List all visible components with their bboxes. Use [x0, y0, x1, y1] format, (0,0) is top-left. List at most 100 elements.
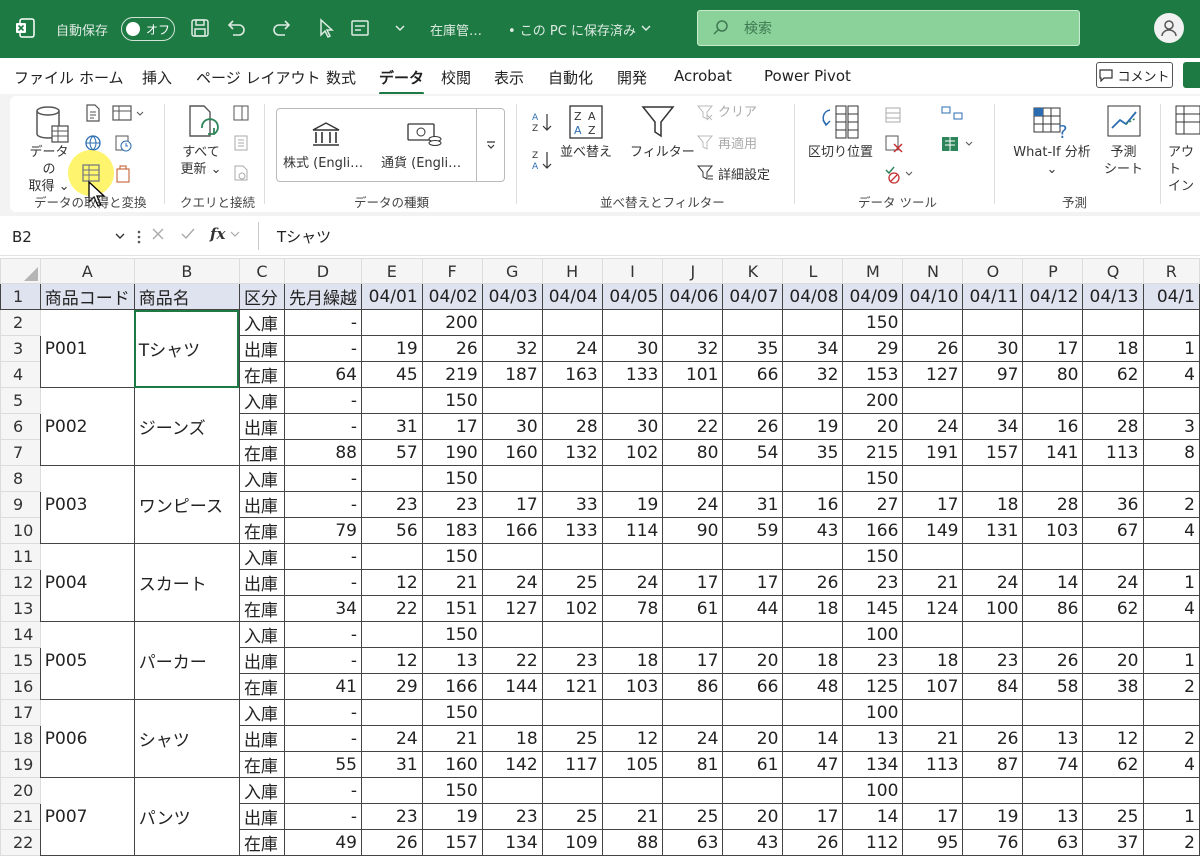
row-header[interactable]: 12: [0, 569, 41, 596]
category-cell[interactable]: 出庫: [238, 647, 285, 674]
value-cell[interactable]: 127: [902, 361, 964, 388]
value-cell[interactable]: 125: [842, 673, 904, 700]
value-cell[interactable]: 21: [902, 725, 964, 752]
value-cell[interactable]: 113: [1082, 439, 1144, 466]
from-text-icon[interactable]: [84, 104, 102, 122]
value-cell[interactable]: 18: [1082, 335, 1144, 362]
value-cell[interactable]: 61: [722, 751, 784, 778]
value-cell[interactable]: 24: [601, 569, 664, 596]
value-cell[interactable]: 23: [962, 647, 1024, 674]
tab-home[interactable]: ホーム: [79, 67, 124, 88]
header-cell[interactable]: 04/02: [421, 283, 483, 310]
value-cell[interactable]: 114: [601, 517, 664, 544]
value-cell[interactable]: 1: [1142, 569, 1200, 596]
category-cell[interactable]: 出庫: [238, 725, 285, 752]
value-cell[interactable]: [481, 387, 543, 414]
value-cell[interactable]: [1022, 777, 1084, 804]
column-header[interactable]: K: [722, 258, 784, 284]
row-header[interactable]: 2: [0, 309, 41, 336]
value-cell[interactable]: 41: [283, 673, 362, 700]
category-cell[interactable]: 入庫: [238, 621, 285, 648]
value-cell[interactable]: [1142, 309, 1200, 336]
value-cell[interactable]: 86: [662, 673, 724, 700]
properties-icon[interactable]: [232, 134, 250, 152]
value-cell[interactable]: 26: [962, 725, 1024, 752]
value-cell[interactable]: 54: [722, 439, 784, 466]
value-cell[interactable]: 87: [962, 751, 1024, 778]
outline-button[interactable]: アウト イン: [1168, 144, 1200, 195]
row-header[interactable]: 11: [0, 543, 41, 570]
value-cell[interactable]: 21: [421, 569, 483, 596]
form-icon[interactable]: [348, 16, 372, 40]
tab-review[interactable]: 校閲: [441, 67, 471, 88]
value-cell[interactable]: [601, 543, 664, 570]
value-cell[interactable]: 19: [962, 803, 1024, 830]
value-cell[interactable]: 57: [360, 439, 423, 466]
value-cell[interactable]: 63: [1022, 829, 1084, 856]
value-cell[interactable]: 141: [1022, 439, 1084, 466]
value-cell[interactable]: [1082, 465, 1144, 492]
value-cell[interactable]: 31: [360, 751, 423, 778]
value-cell[interactable]: [902, 699, 964, 726]
value-cell[interactable]: [541, 465, 603, 492]
category-cell[interactable]: 出庫: [238, 413, 285, 440]
value-cell[interactable]: [902, 543, 964, 570]
tab-insert[interactable]: 挿入: [142, 67, 172, 88]
autosave-toggle[interactable]: オフ: [121, 17, 175, 41]
stocks-data-type[interactable]: 株式 (Engli…: [283, 155, 363, 172]
value-cell[interactable]: 166: [421, 673, 483, 700]
value-cell[interactable]: [1142, 777, 1200, 804]
value-cell[interactable]: 183: [421, 517, 483, 544]
value-cell[interactable]: [722, 777, 784, 804]
column-header[interactable]: C: [238, 258, 285, 284]
value-cell[interactable]: 150: [842, 465, 904, 492]
value-cell[interactable]: 150: [421, 621, 483, 648]
value-cell[interactable]: -: [283, 465, 362, 492]
value-cell[interactable]: 166: [842, 517, 904, 544]
category-cell[interactable]: 在庫: [238, 829, 285, 856]
value-cell[interactable]: 37: [1082, 829, 1144, 856]
value-cell[interactable]: [962, 699, 1024, 726]
value-cell[interactable]: [360, 465, 423, 492]
select-cursor-icon[interactable]: [314, 16, 338, 40]
value-cell[interactable]: 17: [662, 647, 724, 674]
name-box[interactable]: B2: [8, 225, 131, 249]
value-cell[interactable]: [360, 543, 423, 570]
value-cell[interactable]: 215: [842, 439, 904, 466]
product-code-cell[interactable]: P002: [39, 387, 135, 466]
value-cell[interactable]: [1142, 543, 1200, 570]
existing-connections-icon[interactable]: [114, 164, 132, 184]
value-cell[interactable]: -: [283, 387, 362, 414]
value-cell[interactable]: 200: [842, 387, 904, 414]
value-cell[interactable]: 160: [421, 751, 483, 778]
value-cell[interactable]: [782, 543, 844, 570]
category-cell[interactable]: 入庫: [238, 777, 285, 804]
value-cell[interactable]: [601, 621, 664, 648]
value-cell[interactable]: 30: [962, 335, 1024, 362]
value-cell[interactable]: 4: [1142, 595, 1200, 622]
row-header[interactable]: 4: [0, 361, 41, 388]
value-cell[interactable]: 81: [662, 751, 724, 778]
value-cell[interactable]: 55: [283, 751, 362, 778]
value-cell[interactable]: [722, 543, 784, 570]
row-header[interactable]: 15: [0, 647, 41, 674]
category-cell[interactable]: 出庫: [238, 569, 285, 596]
category-cell[interactable]: 在庫: [238, 439, 285, 466]
value-cell[interactable]: 113: [902, 751, 964, 778]
value-cell[interactable]: [1022, 309, 1084, 336]
value-cell[interactable]: 17: [782, 803, 844, 830]
header-cell[interactable]: 04/07: [722, 283, 784, 310]
value-cell[interactable]: 62: [1082, 751, 1144, 778]
value-cell[interactable]: 24: [662, 725, 724, 752]
value-cell[interactable]: [1142, 621, 1200, 648]
value-cell[interactable]: [360, 777, 423, 804]
value-cell[interactable]: 134: [842, 751, 904, 778]
column-header[interactable]: O: [962, 258, 1024, 284]
value-cell[interactable]: 24: [902, 413, 964, 440]
value-cell[interactable]: 17: [902, 491, 964, 518]
value-cell[interactable]: 26: [1022, 647, 1084, 674]
row-header[interactable]: 16: [0, 673, 41, 700]
value-cell[interactable]: [662, 387, 724, 414]
undo-icon[interactable]: [224, 16, 248, 40]
value-cell[interactable]: 3: [1142, 413, 1200, 440]
